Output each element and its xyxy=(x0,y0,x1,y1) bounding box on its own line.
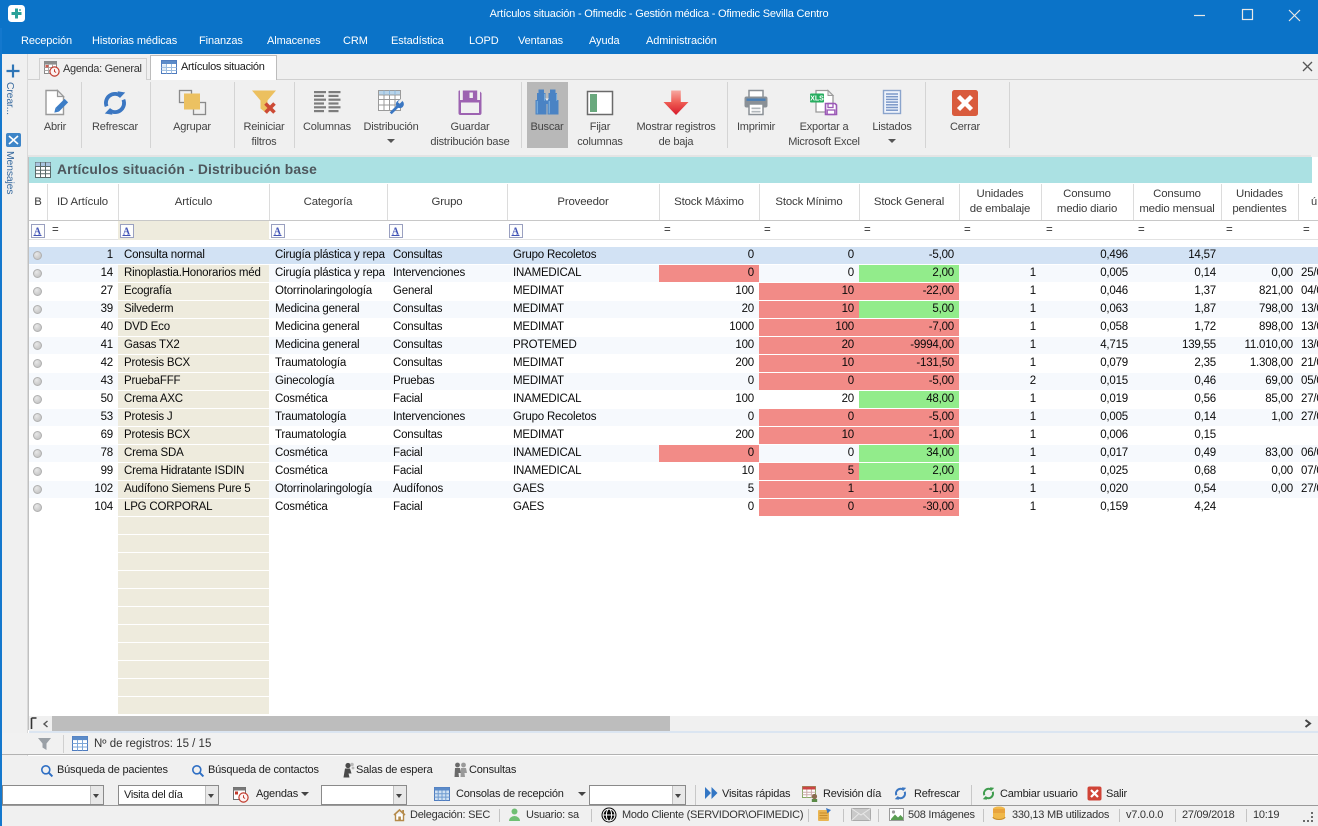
svg-text:XLS: XLS xyxy=(810,95,824,102)
